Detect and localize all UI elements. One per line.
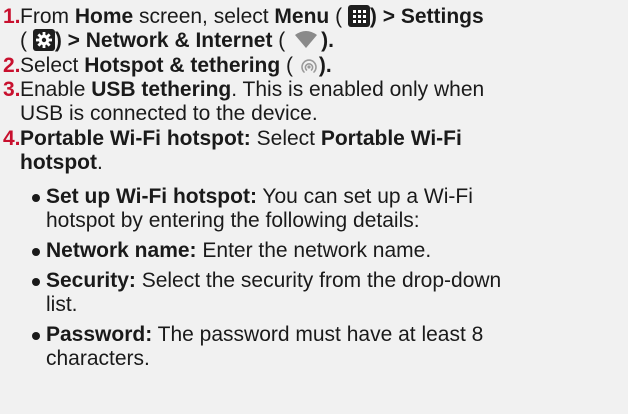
text-segment: From bbox=[20, 5, 75, 28]
network-internet-label: ) > Network & Internet bbox=[54, 29, 273, 52]
wifi-icon bbox=[291, 29, 321, 51]
text-segment: ( bbox=[272, 29, 292, 52]
step-number: 1. bbox=[3, 5, 21, 28]
portable-hotspot-option: Portable Wi-Fi bbox=[320, 127, 462, 150]
text-segment: ). bbox=[318, 54, 332, 77]
step-number: 2. bbox=[3, 54, 21, 77]
bullet-dot bbox=[32, 332, 40, 340]
bullet-dot bbox=[32, 248, 40, 256]
step-text: From Home screen, select Menu ( ) > Sett… bbox=[20, 5, 484, 29]
bullet-desc: Enter the network name. bbox=[196, 239, 432, 262]
bullet-text: Set up Wi-Fi hotspot: You can set up a W… bbox=[46, 185, 473, 209]
text-segment: ( bbox=[20, 29, 33, 52]
text-segment: ( bbox=[329, 5, 348, 28]
bullet-text: Password: The password must have at leas… bbox=[46, 323, 483, 347]
text-segment: Select bbox=[250, 127, 321, 150]
bullet-desc: The password must have at least 8 bbox=[152, 323, 484, 346]
gear-icon bbox=[32, 29, 55, 51]
home-label: Home bbox=[74, 5, 134, 28]
step-text: Enable USB tethering. This is enabled on… bbox=[20, 78, 484, 102]
step-number: 4. bbox=[3, 127, 21, 150]
bullet-desc: You can set up a Wi-Fi bbox=[256, 185, 473, 208]
step-text: Select Hotspot & tethering ( ). bbox=[20, 54, 332, 78]
text-segment: . This is enabled only when bbox=[231, 78, 485, 101]
step-text: hotspot. bbox=[20, 151, 103, 175]
text-segment: . bbox=[96, 151, 103, 174]
step-text: USB is connected to the device. bbox=[20, 102, 318, 125]
bullet-desc: characters. bbox=[46, 347, 150, 370]
text-segment: ). bbox=[321, 29, 334, 52]
text-segment: Select bbox=[20, 54, 85, 77]
hotspot-tethering-label: Hotspot & tethering bbox=[84, 54, 281, 77]
step-number: 3. bbox=[3, 78, 21, 101]
bullet-desc: Select the security from the drop-down bbox=[135, 269, 502, 292]
portable-hotspot-heading: Portable Wi-Fi hotspot: bbox=[20, 127, 251, 150]
bullet-text: Security: Select the security from the d… bbox=[46, 269, 501, 293]
bullet-term: Security: bbox=[46, 269, 136, 292]
hotspot-icon bbox=[299, 56, 319, 76]
grid-menu-icon bbox=[347, 5, 370, 27]
settings-label: ) > Settings bbox=[369, 5, 484, 28]
text-segment: Enable bbox=[20, 78, 92, 101]
bullet-dot bbox=[32, 194, 40, 202]
text-segment: ( bbox=[280, 54, 299, 77]
bullet-term: Password: bbox=[46, 323, 153, 346]
instructions-page: 1. From Home screen, select Menu ( ) > S… bbox=[0, 0, 628, 414]
menu-label: Menu bbox=[274, 5, 330, 28]
bullet-desc: list. bbox=[46, 293, 78, 316]
step-text: Portable Wi-Fi hotspot: Select Portable … bbox=[20, 127, 462, 151]
bullet-text: Network name: Enter the network name. bbox=[46, 239, 431, 263]
bullet-term: Network name: bbox=[46, 239, 197, 262]
bullet-desc: hotspot by entering the following detail… bbox=[46, 209, 420, 232]
usb-tethering-label: USB tethering bbox=[91, 78, 232, 101]
bullet-term: Set up Wi-Fi hotspot: bbox=[46, 185, 257, 208]
text-segment: screen, select bbox=[133, 5, 275, 28]
portable-hotspot-option: hotspot bbox=[20, 151, 97, 174]
bullet-dot bbox=[32, 278, 40, 286]
step-text: ( ) > Network & Internet ( ). bbox=[20, 29, 334, 53]
